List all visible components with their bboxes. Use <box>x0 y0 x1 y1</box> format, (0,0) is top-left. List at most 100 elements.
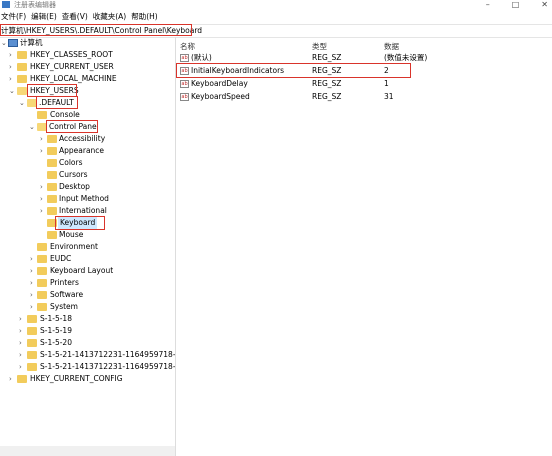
expand-icon[interactable]: › <box>9 373 12 385</box>
expand-icon[interactable]: › <box>9 49 12 61</box>
tree-node-hkcr[interactable]: › HKEY_CLASSES_ROOT <box>0 49 175 61</box>
expand-icon[interactable]: › <box>40 193 43 205</box>
folder-icon <box>17 63 27 71</box>
tree-node-default[interactable]: ⌄ .DEFAULT <box>0 97 175 109</box>
folder-icon <box>17 75 27 83</box>
expand-icon[interactable]: › <box>30 265 33 277</box>
expand-icon[interactable]: › <box>9 61 12 73</box>
folder-icon <box>27 351 37 359</box>
string-value-icon: ab <box>180 80 189 88</box>
folder-icon <box>27 315 37 323</box>
tree-node-hkcu[interactable]: › HKEY_CURRENT_USER <box>0 61 175 73</box>
folder-icon <box>37 303 47 311</box>
tree-node-accessibility[interactable]: › Accessibility <box>0 133 175 145</box>
tree-node-mouse[interactable]: Mouse <box>0 229 175 241</box>
folder-icon <box>27 363 37 371</box>
column-header-type[interactable]: 类型 <box>312 41 327 52</box>
folder-icon <box>37 111 47 119</box>
folder-icon <box>47 231 57 239</box>
computer-icon <box>8 39 18 47</box>
folder-icon <box>37 243 47 251</box>
folder-icon <box>47 195 57 203</box>
key-tree[interactable]: ⌄ 计算机 › HKEY_CLASSES_ROOT › HKEY_CURRENT… <box>0 37 176 456</box>
tree-node-hkcc[interactable]: › HKEY_CURRENT_CONFIG <box>0 373 175 385</box>
expand-icon[interactable]: › <box>30 277 33 289</box>
expand-icon[interactable]: › <box>40 145 43 157</box>
menu-edit[interactable]: 编辑(E) <box>30 11 61 23</box>
tree-node-system[interactable]: › System <box>0 301 175 313</box>
folder-icon <box>27 339 37 347</box>
folder-icon <box>47 171 57 179</box>
value-row[interactable]: ab KeyboardSpeed REG_SZ 31 <box>176 91 552 103</box>
default-highlight <box>36 96 78 109</box>
collapse-icon[interactable]: ⌄ <box>19 97 25 109</box>
tree-node-appearance[interactable]: › Appearance <box>0 145 175 157</box>
expand-icon[interactable]: › <box>40 133 43 145</box>
address-highlight <box>0 24 192 36</box>
expand-icon[interactable]: › <box>19 337 22 349</box>
initial-keyboard-indicators-highlight <box>176 63 411 78</box>
expand-icon[interactable]: › <box>40 205 43 217</box>
expand-icon[interactable]: › <box>30 301 33 313</box>
keyboard-highlight <box>55 216 105 230</box>
expand-icon[interactable]: › <box>19 313 22 325</box>
menu-help[interactable]: 帮助(H) <box>130 11 162 23</box>
title-bar: 注册表编辑器 – □ ✕ <box>0 0 552 10</box>
tree-node-sid-19[interactable]: › S-1-5-19 <box>0 325 175 337</box>
values-pane[interactable]: 名称 类型 数据 ab (默认) REG_SZ (数值未设置) ab Initi… <box>176 37 552 456</box>
tree-node-keyboard-layout[interactable]: › Keyboard Layout <box>0 265 175 277</box>
folder-icon <box>37 267 47 275</box>
expand-icon[interactable]: › <box>40 181 43 193</box>
expand-icon[interactable]: › <box>19 349 22 361</box>
string-value-icon: ab <box>180 93 189 101</box>
collapse-icon[interactable]: ⌄ <box>9 85 15 97</box>
window-title: 注册表编辑器 <box>14 1 56 9</box>
tree-node-sid-18[interactable]: › S-1-5-18 <box>0 313 175 325</box>
folder-icon <box>47 159 57 167</box>
folder-icon <box>17 51 27 59</box>
folder-icon <box>47 207 57 215</box>
folder-open-icon <box>17 87 27 95</box>
tree-node-input-method[interactable]: › Input Method <box>0 193 175 205</box>
folder-icon <box>47 147 57 155</box>
expand-icon[interactable]: › <box>9 73 12 85</box>
tree-node-sid-21b[interactable]: › S-1-5-21-1413712231-1164959718-33( <box>0 361 175 373</box>
tree-node-eudc[interactable]: › EUDC <box>0 253 175 265</box>
menu-file[interactable]: 文件(F) <box>0 11 30 23</box>
tree-node-colors[interactable]: Colors <box>0 157 175 169</box>
folder-icon <box>17 375 27 383</box>
string-value-icon: ab <box>180 54 189 62</box>
value-row[interactable]: ab KeyboardDelay REG_SZ 1 <box>176 78 552 90</box>
menu-favorites[interactable]: 收藏夹(A) <box>92 11 130 23</box>
collapse-icon[interactable]: ⌄ <box>1 37 7 49</box>
folder-icon <box>37 279 47 287</box>
minimize-button[interactable]: – <box>486 0 490 9</box>
collapse-icon[interactable]: ⌄ <box>29 121 35 133</box>
maximize-button[interactable]: □ <box>512 0 520 9</box>
close-button[interactable]: ✕ <box>541 0 548 9</box>
folder-icon <box>37 255 47 263</box>
tree-node-desktop[interactable]: › Desktop <box>0 181 175 193</box>
tree-node-sid-21a[interactable]: › S-1-5-21-1413712231-1164959718-33( <box>0 349 175 361</box>
tree-node-software[interactable]: › Software <box>0 289 175 301</box>
column-header-name[interactable]: 名称 <box>180 41 195 52</box>
column-header-data[interactable]: 数据 <box>384 41 399 52</box>
tree-node-cursors[interactable]: Cursors <box>0 169 175 181</box>
tree-horizontal-scrollbar[interactable] <box>0 446 175 456</box>
expand-icon[interactable]: › <box>19 325 22 337</box>
tree-node-sid-20[interactable]: › S-1-5-20 <box>0 337 175 349</box>
folder-icon <box>27 327 37 335</box>
expand-icon[interactable]: › <box>19 361 22 373</box>
regedit-icon <box>2 1 10 8</box>
menu-bar: 文件(F) 编辑(E) 查看(V) 收藏夹(A) 帮助(H) <box>0 11 552 23</box>
folder-icon <box>47 183 57 191</box>
tree-node-environment[interactable]: Environment <box>0 241 175 253</box>
control-panel-highlight <box>46 120 98 133</box>
folder-icon <box>47 135 57 143</box>
expand-icon[interactable]: › <box>30 253 33 265</box>
tree-node-computer[interactable]: ⌄ 计算机 <box>0 37 175 49</box>
folder-icon <box>37 291 47 299</box>
expand-icon[interactable]: › <box>30 289 33 301</box>
tree-node-printers[interactable]: › Printers <box>0 277 175 289</box>
menu-view[interactable]: 查看(V) <box>61 11 92 23</box>
